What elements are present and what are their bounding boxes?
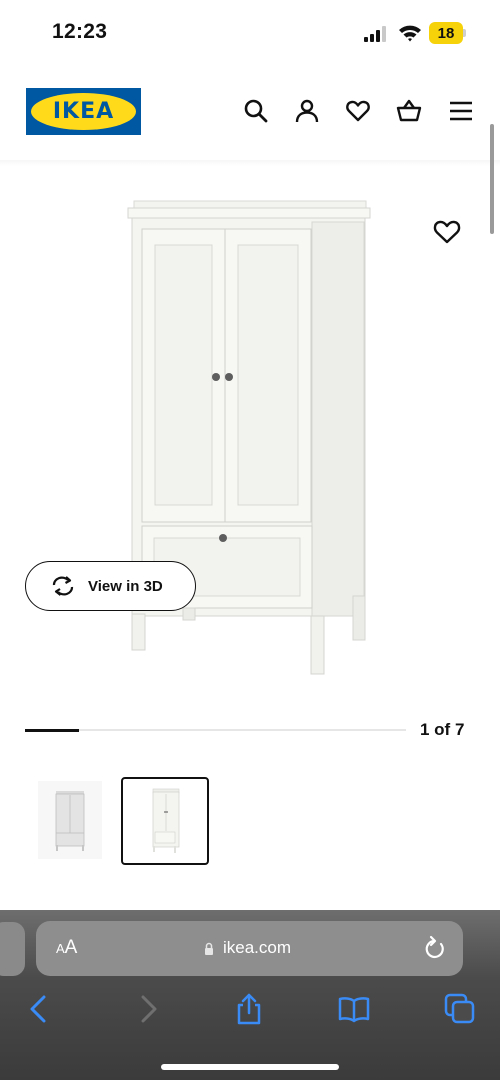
forward-icon[interactable] xyxy=(131,993,163,1025)
battery-cap xyxy=(463,29,466,37)
thumbnail-2[interactable] xyxy=(121,777,209,865)
battery-icon: 18 xyxy=(429,22,463,44)
view-in-3d-label: View in 3D xyxy=(88,577,163,595)
home-indicator[interactable] xyxy=(161,1064,339,1070)
favourites-icon[interactable] xyxy=(345,98,371,124)
previous-tab-preview[interactable] xyxy=(0,922,25,976)
signal-icon xyxy=(364,26,386,42)
status-time: 12:23 xyxy=(52,20,108,43)
menu-icon[interactable] xyxy=(448,98,474,124)
ikea-logo[interactable]: IKEA xyxy=(26,88,141,135)
logo-text: IKEA xyxy=(52,99,115,124)
page-scrollbar[interactable] xyxy=(490,124,494,234)
rotate-3d-icon xyxy=(52,576,74,596)
bookmarks-icon[interactable] xyxy=(338,993,370,1025)
cart-icon[interactable] xyxy=(396,98,422,124)
site-header: IKEA xyxy=(0,80,500,160)
account-icon[interactable] xyxy=(294,98,320,124)
thumbnail-1-image xyxy=(38,781,102,859)
thumbnail-1[interactable] xyxy=(28,777,116,865)
search-icon[interactable] xyxy=(243,98,269,124)
battery-level: 18 xyxy=(437,24,455,42)
back-icon[interactable] xyxy=(24,993,56,1025)
browser-toolbar: AA ikea.com xyxy=(0,910,500,1080)
view-in-3d-button[interactable]: View in 3D xyxy=(25,561,196,611)
tabs-icon[interactable] xyxy=(444,993,476,1025)
wifi-icon xyxy=(399,25,421,42)
text-size-button[interactable]: AA xyxy=(56,937,77,959)
gallery-counter: 1 of 7 xyxy=(420,720,465,739)
address-bar[interactable]: AA ikea.com xyxy=(36,921,463,976)
gallery-progress xyxy=(25,728,406,732)
status-bar: 12:23 18 xyxy=(0,0,500,60)
heart-icon[interactable] xyxy=(432,218,462,246)
url-text[interactable]: ikea.com xyxy=(223,938,291,958)
header-divider xyxy=(0,160,500,166)
reload-icon[interactable] xyxy=(422,935,446,961)
gallery-progress-fill xyxy=(25,728,80,732)
thumbnail-2-image xyxy=(152,788,180,853)
share-icon[interactable] xyxy=(233,993,265,1025)
lock-icon xyxy=(205,942,213,955)
